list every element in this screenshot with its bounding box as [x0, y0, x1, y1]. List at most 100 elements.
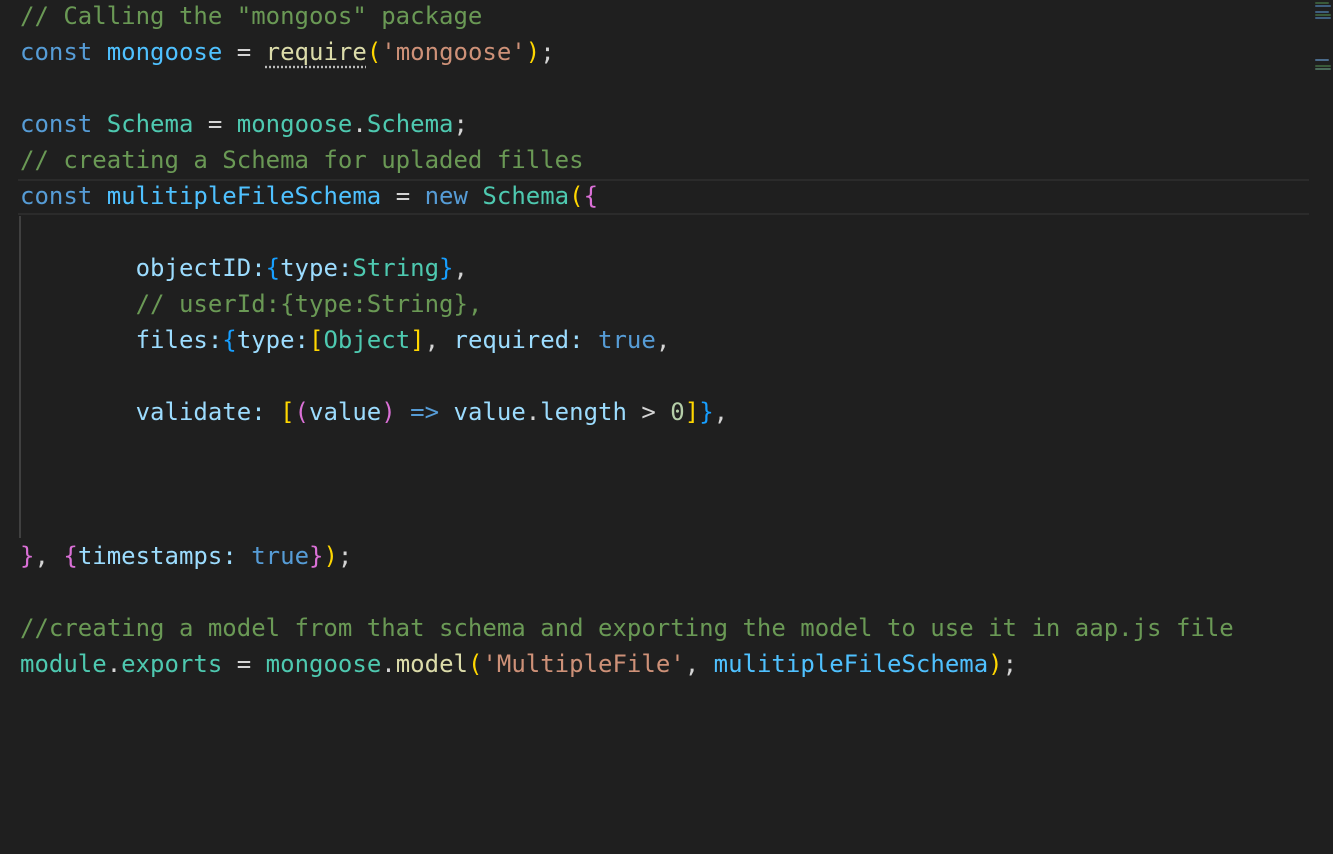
code-token: //creating a model from that schema and … [20, 614, 1234, 642]
code-token: ( [366, 38, 382, 66]
code-line[interactable]: //creating a model from that schema and … [20, 612, 1309, 648]
code-token: : [337, 254, 353, 282]
code-token: } [699, 398, 714, 426]
code-token: Schema [366, 110, 454, 138]
code-token: const [20, 38, 93, 66]
code-line[interactable]: files:{type:[Object], required: true, [20, 324, 1309, 360]
code-token: files [135, 326, 208, 354]
code-token: // Calling the "mongoos" package [20, 2, 483, 30]
code-token: objectID [135, 254, 252, 282]
code-line[interactable]: const mongoose = require('mongoose'); [20, 36, 1309, 72]
code-token: required [453, 326, 570, 354]
code-token: mulitipleFileSchema [713, 650, 989, 678]
code-token: ( [294, 398, 309, 426]
code-token: true [598, 326, 656, 354]
code-token: new [424, 182, 468, 210]
code-token: ( [467, 650, 483, 678]
code-token: : [222, 542, 252, 570]
code-line[interactable]: validate: [(value) => value.length > 0]}… [20, 396, 1309, 432]
code-token: [ [309, 326, 324, 354]
code-token: const [20, 182, 93, 210]
code-line[interactable] [20, 360, 1309, 396]
code-token: ( [569, 182, 584, 210]
code-token: = [222, 38, 266, 66]
code-token: => [410, 398, 440, 426]
code-line[interactable]: const Schema = mongoose.Schema; [20, 108, 1309, 144]
code-line[interactable] [20, 432, 1309, 468]
code-token: : [294, 326, 309, 354]
code-token: > [626, 398, 671, 426]
code-token: = [381, 182, 425, 210]
code-token: // userId:{type:String}, [135, 290, 483, 318]
code-token: , [453, 254, 468, 282]
code-token: , [655, 326, 671, 354]
code-token: length [540, 398, 627, 426]
minimap[interactable] [1315, 0, 1333, 854]
minimap-line [1315, 17, 1331, 19]
code-token: 'mongoose' [381, 38, 526, 66]
code-token: timestamps [77, 542, 223, 570]
code-token: = [222, 650, 266, 678]
code-token: : [251, 254, 266, 282]
code-line[interactable]: module.exports = mongoose.model('Multipl… [20, 648, 1309, 684]
code-area[interactable]: // Calling the "mongoos" package const mo… [18, 0, 1309, 684]
minimap-line [1315, 2, 1329, 4]
code-token: model [395, 650, 468, 678]
code-editor[interactable]: // Calling the "mongoos" package const mo… [0, 0, 1333, 854]
code-token: ) [381, 398, 396, 426]
code-line[interactable]: // userId:{type:String}, [20, 288, 1309, 324]
code-token: value [309, 398, 382, 426]
code-line[interactable]: }, {timestamps: true}); [20, 540, 1309, 576]
code-token: ) [988, 650, 1003, 678]
code-token: ] [684, 398, 700, 426]
code-token: , [713, 398, 729, 426]
code-token: . [381, 650, 396, 678]
code-token: ; [453, 110, 468, 138]
code-line[interactable]: const mulitipleFileSchema = new Schema({ [18, 179, 1309, 216]
code-token: = [193, 110, 237, 138]
minimap-line [1315, 14, 1331, 16]
minimap-line [1315, 68, 1331, 70]
code-line[interactable]: // creating a Schema for upladed filles [20, 144, 1309, 180]
code-token: ) [323, 542, 338, 570]
code-token: mulitipleFileSchema [106, 182, 382, 210]
code-token: , [34, 542, 64, 570]
code-line[interactable]: // Calling the "mongoos" package [20, 0, 1309, 36]
code-line[interactable] [20, 576, 1309, 612]
code-token: 'MultipleFile' [482, 650, 685, 678]
code-token: // creating a Schema for upladed filles [20, 146, 584, 174]
code-token: { [265, 254, 281, 282]
code-token: , [424, 326, 454, 354]
code-token: { [583, 182, 599, 210]
code-token: [ [280, 398, 295, 426]
code-token: mongoose [106, 38, 223, 66]
code-token: exports [121, 650, 223, 678]
code-token: ) [525, 38, 541, 66]
code-token: Schema [482, 182, 570, 210]
code-token: } [439, 254, 454, 282]
code-token: : [251, 398, 281, 426]
code-token: true [251, 542, 310, 570]
minimap-line [1315, 11, 1329, 13]
code-line[interactable]: objectID:{type:String}, [20, 252, 1309, 288]
code-token: . [352, 110, 367, 138]
code-token: ; [540, 38, 555, 66]
code-token: } [309, 542, 324, 570]
code-line[interactable] [20, 72, 1309, 108]
minimap-line [1315, 5, 1331, 7]
code-token: : [569, 326, 599, 354]
code-line[interactable] [20, 216, 1309, 252]
code-token: , [684, 650, 714, 678]
code-line[interactable] [20, 468, 1309, 504]
code-token: } [20, 542, 35, 570]
code-line[interactable] [20, 504, 1309, 540]
code-token: type [280, 254, 338, 282]
code-token: type [236, 326, 295, 354]
